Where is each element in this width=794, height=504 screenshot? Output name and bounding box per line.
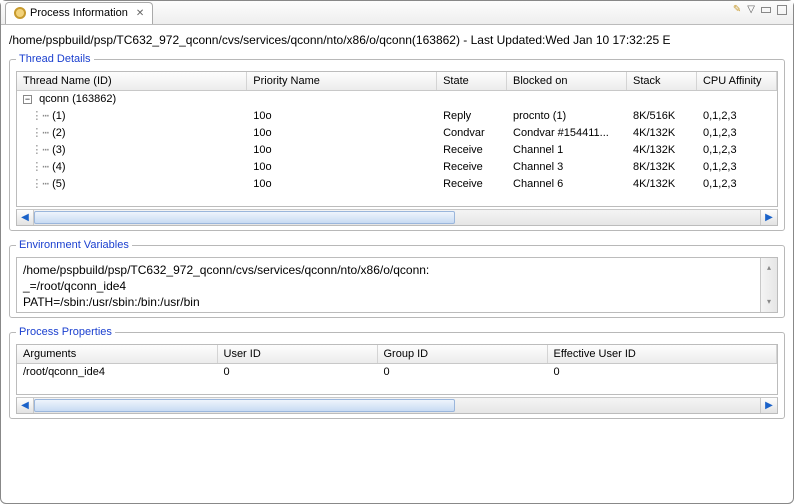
thread-priority: 10o [247,158,437,175]
thread-cpu: 0,1,2,3 [696,158,776,175]
thread-name: (2) [52,127,65,139]
thread-state: Receive [437,158,507,175]
scroll-left-icon[interactable]: ◀ [17,398,34,413]
scroll-down-icon[interactable]: ▾ [767,292,771,312]
pp-args: /root/qconn_ide4 [17,364,217,381]
env-line: PATH=/sbin:/usr/sbin:/bin:/usr/bin [23,294,771,310]
thread-priority: 10o [247,141,437,158]
col-user-id[interactable]: User ID [217,345,377,364]
collapse-icon[interactable]: − [23,95,32,104]
thread-details-legend: Thread Details [16,53,94,65]
thread-cpu: 0,1,2,3 [696,141,776,158]
thread-hscrollbar[interactable]: ◀ ▶ [16,209,778,226]
view-menu-icon[interactable]: ▽ [747,4,755,15]
pp-gid: 0 [377,364,547,381]
scroll-thumb[interactable] [34,399,455,412]
thread-stack: 8K/132K [627,158,697,175]
thread-name: (1) [52,110,65,122]
col-group-id[interactable]: Group ID [377,345,547,364]
tree-line: ⋮⋯ [23,109,49,122]
scroll-up-icon[interactable]: ▴ [767,258,771,278]
gear-icon [14,7,26,19]
env-line: /home/pspbuild/psp/TC632_972_qconn/cvs/s… [23,262,771,278]
scroll-left-icon[interactable]: ◀ [17,210,34,225]
scroll-track[interactable] [34,398,760,413]
scroll-right-icon[interactable]: ▶ [760,398,777,413]
thread-row[interactable]: ⋮⋯ (4) 10o Receive Channel 3 8K/132K 0,1… [17,158,777,175]
pp-table-wrap: Arguments User ID Group ID Effective Use… [16,344,778,395]
pp-legend: Process Properties [16,326,115,338]
thread-cpu: 0,1,2,3 [696,175,776,192]
col-state[interactable]: State [437,72,507,91]
pp-row[interactable]: /root/qconn_ide4 0 0 0 [17,364,777,381]
thread-name: (3) [52,144,65,156]
col-priority[interactable]: Priority Name [247,72,437,91]
tree-line: ⋮⋯ [23,143,49,156]
env-text[interactable]: /home/pspbuild/psp/TC632_972_qconn/cvs/s… [16,257,778,313]
col-cpu[interactable]: CPU Affinity [696,72,776,91]
thread-state: Reply [437,107,507,124]
thread-stack: 4K/132K [627,175,697,192]
col-blocked[interactable]: Blocked on [507,72,627,91]
brush-icon[interactable]: ✎ [733,4,741,15]
tab-bar: Process Information ✕ ✎ ▽ [1,1,793,25]
close-icon[interactable]: ✕ [136,8,144,19]
env-line: _=/root/qconn_ide4 [23,278,771,294]
thread-blocked: procnto (1) [507,107,627,124]
thread-blocked: Condvar #154411... [507,124,627,141]
thread-table: Thread Name (ID) Priority Name State Blo… [17,72,777,206]
thread-row[interactable]: ⋮⋯ (3) 10o Receive Channel 1 4K/132K 0,1… [17,141,777,158]
pp-euid: 0 [547,364,777,381]
thread-details-group: Thread Details Thread Name (ID) Priority… [9,53,785,231]
thread-stack: 4K/132K [627,141,697,158]
col-arguments[interactable]: Arguments [17,345,217,364]
pp-uid: 0 [217,364,377,381]
thread-row[interactable]: ⋮⋯ (5) 10o Receive Channel 6 4K/132K 0,1… [17,175,777,192]
parent-name: qconn (163862) [39,93,116,105]
thread-name: (5) [52,178,65,190]
tab-process-information[interactable]: Process Information ✕ [5,2,153,24]
thread-blocked: Channel 1 [507,141,627,158]
col-thread-name[interactable]: Thread Name (ID) [17,72,247,91]
thread-priority: 10o [247,107,437,124]
thread-stack: 8K/516K [627,107,697,124]
tree-line: ⋮⋯ [23,160,49,173]
scroll-thumb[interactable] [34,211,455,224]
thread-cpu: 0,1,2,3 [696,124,776,141]
col-stack[interactable]: Stack [627,72,697,91]
pp-hscrollbar[interactable]: ◀ ▶ [16,397,778,414]
path-bar: /home/pspbuild/psp/TC632_972_qconn/cvs/s… [9,31,785,53]
thread-state: Condvar [437,124,507,141]
tree-line: ⋮⋯ [23,177,49,190]
thread-blocked: Channel 3 [507,158,627,175]
scroll-track[interactable] [34,210,760,225]
thread-name: (4) [52,161,65,173]
empty-row [17,192,777,206]
thread-priority: 10o [247,124,437,141]
thread-priority: 10o [247,175,437,192]
thread-cpu: 0,1,2,3 [696,107,776,124]
scroll-right-icon[interactable]: ▶ [760,210,777,225]
content: /home/pspbuild/psp/TC632_972_qconn/cvs/s… [1,25,793,425]
thread-row[interactable]: ⋮⋯ (2) 10o Condvar Condvar #154411... 4K… [17,124,777,141]
thread-state: Receive [437,175,507,192]
thread-table-wrap: Thread Name (ID) Priority Name State Blo… [16,71,778,207]
empty-row [17,380,777,394]
pp-table: Arguments User ID Group ID Effective Use… [17,345,777,394]
process-properties-group: Process Properties Arguments User ID Gro… [9,326,785,419]
tab-title: Process Information [30,7,128,19]
env-group: Environment Variables /home/pspbuild/psp… [9,239,785,318]
thread-parent-row[interactable]: − qconn (163862) [17,91,777,108]
thread-blocked: Channel 6 [507,175,627,192]
thread-state: Receive [437,141,507,158]
minimize-icon[interactable] [761,7,771,13]
thread-row[interactable]: ⋮⋯ (1) 10o Reply procnto (1) 8K/516K 0,1… [17,107,777,124]
thread-stack: 4K/132K [627,124,697,141]
toolbar-icons: ✎ ▽ [733,4,787,15]
env-legend: Environment Variables [16,239,132,251]
maximize-icon[interactable] [777,5,787,15]
col-effective-user-id[interactable]: Effective User ID [547,345,777,364]
env-vscrollbar[interactable]: ▴ ▾ [760,258,777,312]
tree-line: ⋮⋯ [23,126,49,139]
